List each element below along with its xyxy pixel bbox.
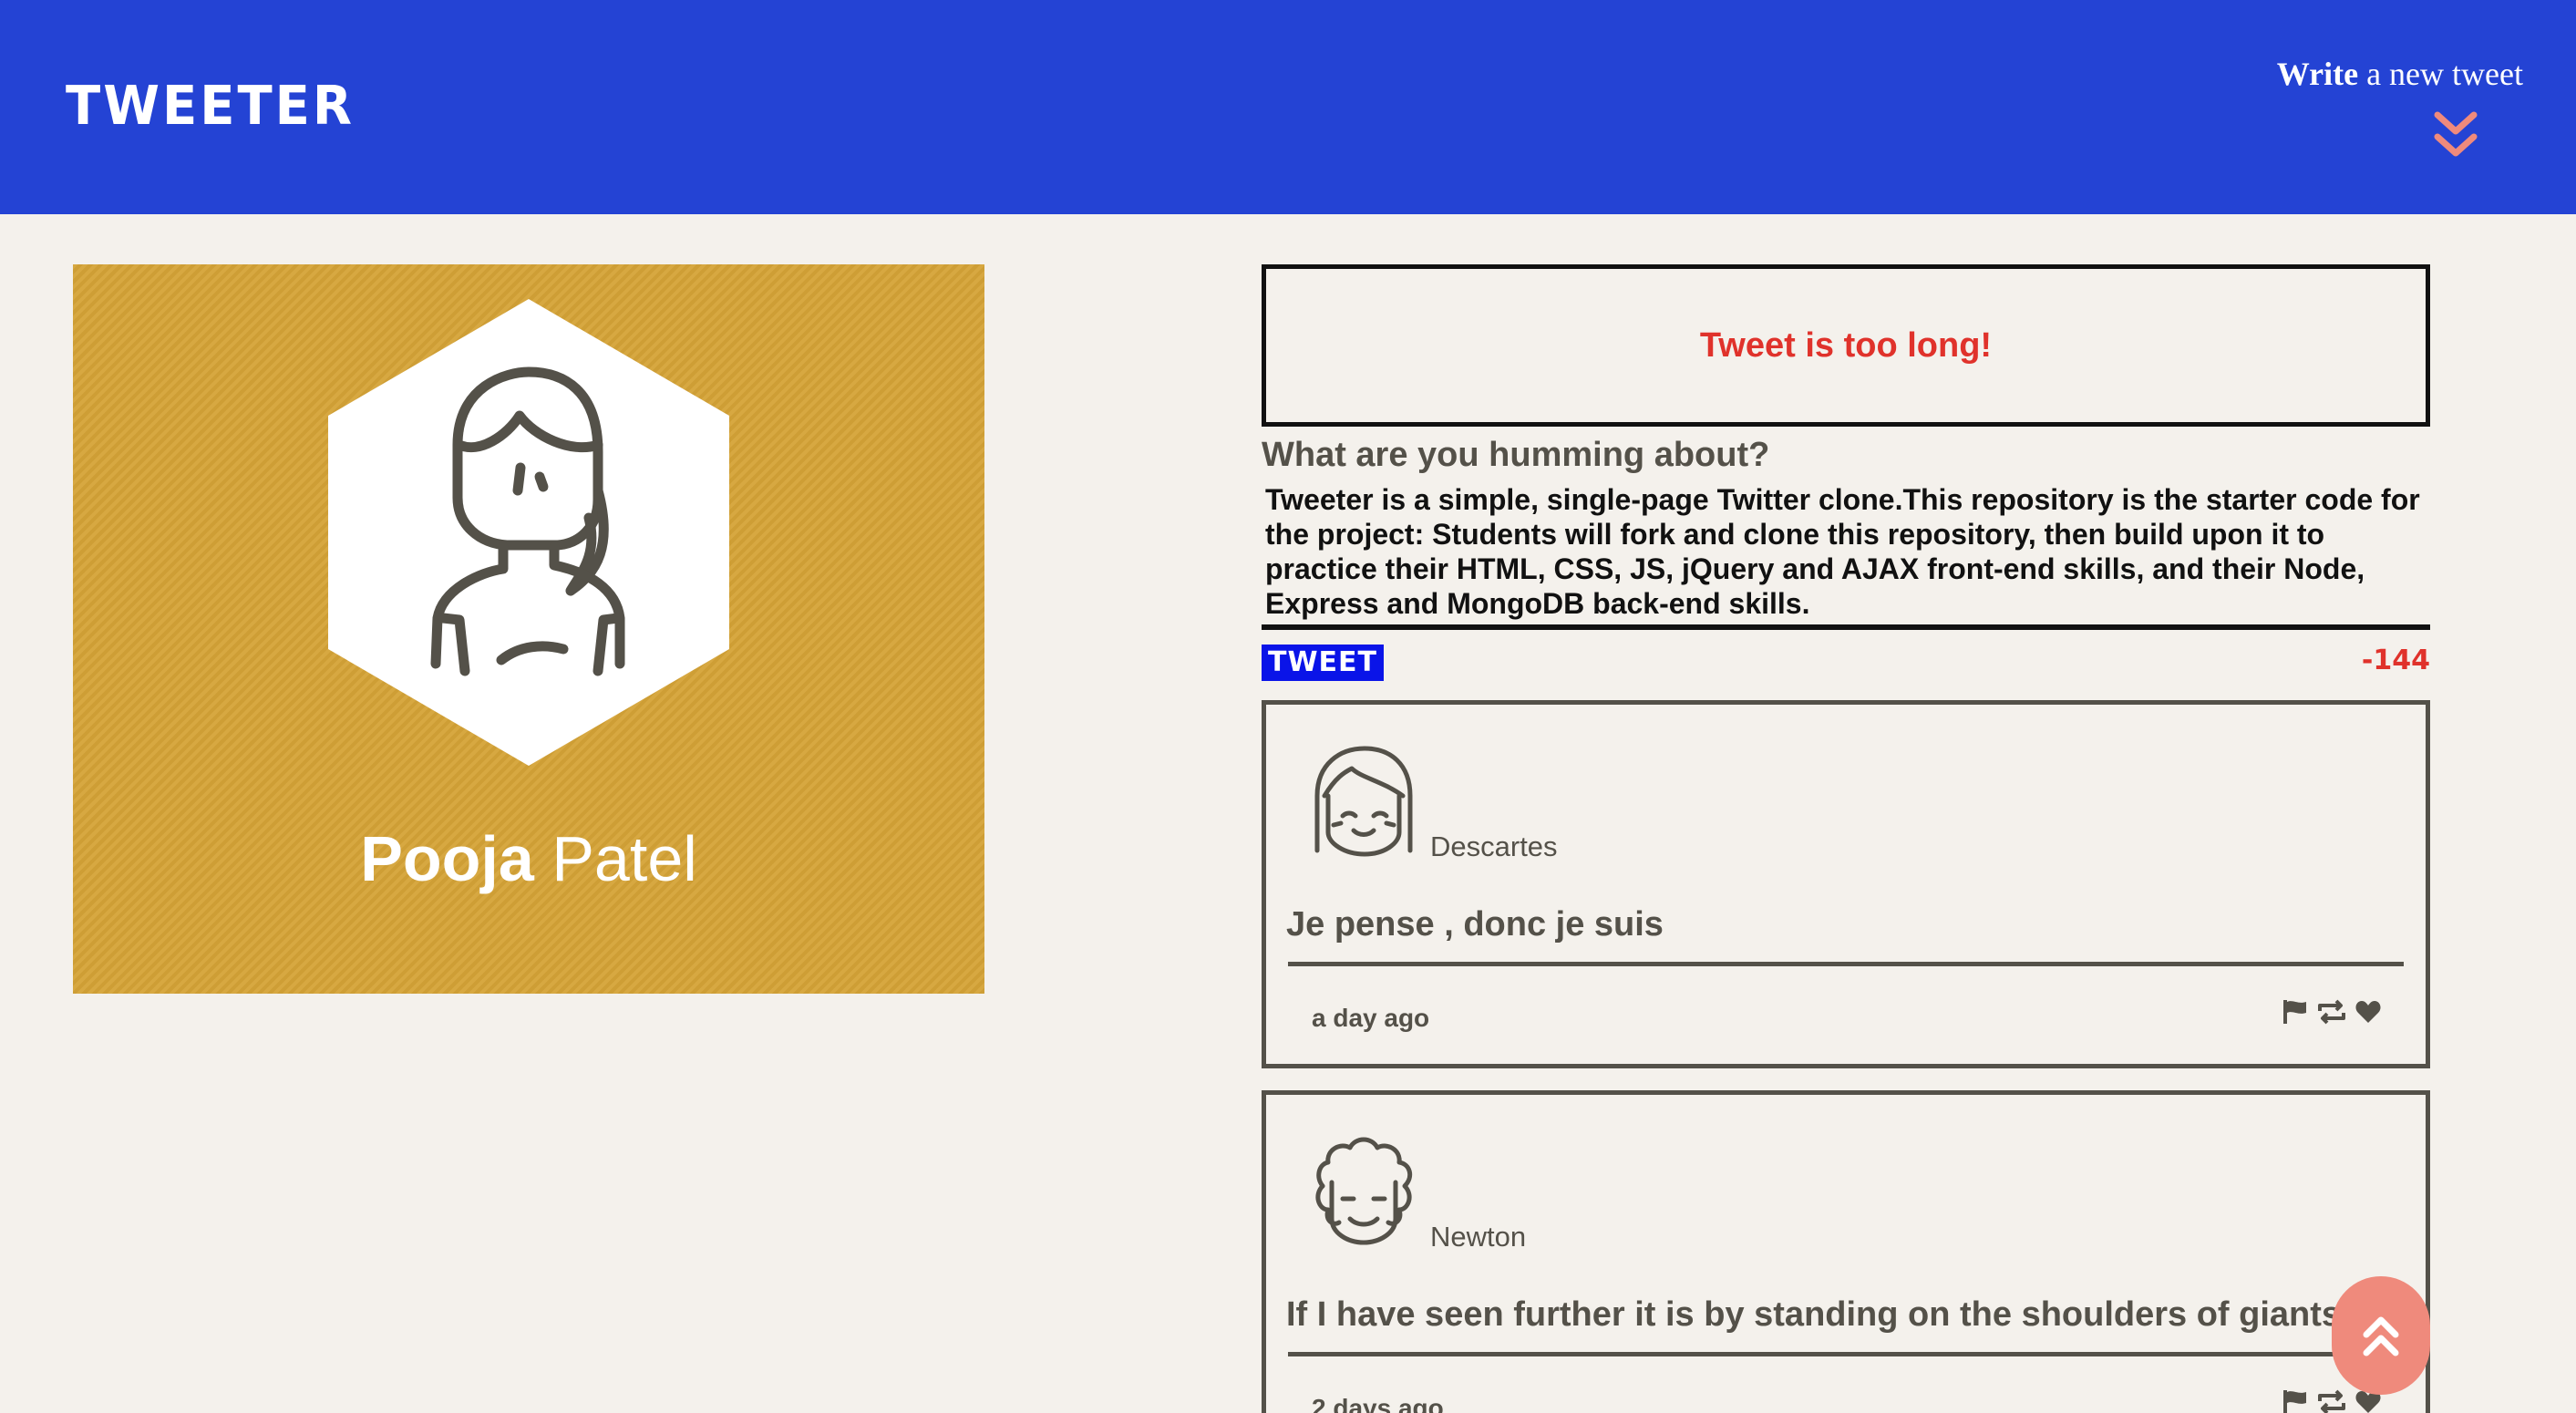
write-rest-label: a new tweet: [2358, 56, 2523, 92]
tweet-actions: [2282, 998, 2382, 1026]
write-label: Write: [2276, 56, 2359, 92]
tweet-card: Descartes Je pense , donc je suis a day …: [1262, 700, 2430, 1068]
retweet-icon[interactable]: [2316, 1388, 2347, 1413]
character-counter: -144: [2361, 645, 2430, 676]
newton-avatar-icon: [1315, 1137, 1413, 1245]
scroll-to-top-button[interactable]: [2332, 1276, 2430, 1395]
profile-name: Pooja Patel: [73, 822, 984, 895]
brand-logo[interactable]: TWEETER: [66, 75, 355, 137]
tweet-content: If I have seen further it is by standing…: [1286, 1295, 2342, 1334]
tweet-button[interactable]: TWEET: [1262, 645, 1384, 681]
retweet-icon[interactable]: [2316, 998, 2347, 1026]
heart-icon[interactable]: [2354, 998, 2382, 1026]
tweet-divider: [1288, 1352, 2404, 1356]
profile-first-name: Pooja: [360, 823, 534, 894]
tweet-content: Je pense , donc je suis: [1286, 905, 1664, 944]
write-new-tweet-link[interactable]: Write a new tweet: [2277, 55, 2523, 93]
error-message: Tweet is too long!: [1262, 264, 2430, 427]
profile-last-name: Patel: [533, 823, 697, 894]
user-avatar-hexagon: [328, 299, 729, 766]
tweet-handle: Newton: [1430, 1221, 1527, 1253]
compose-footer: TWEET -144: [1262, 645, 2430, 690]
tweet-textarea[interactable]: Tweeter is a simple, single-page Twitter…: [1262, 482, 2430, 630]
flag-icon[interactable]: [2282, 998, 2309, 1026]
tweet-timestamp: a day ago: [1312, 1004, 1430, 1032]
double-chevron-up-icon: [2363, 1316, 2399, 1356]
top-nav: TWEETER Write a new tweet: [0, 0, 2576, 214]
tweet-timestamp: 2 days ago: [1312, 1394, 1444, 1413]
compose-label: What are you humming about?: [1262, 436, 1770, 474]
profile-card: Pooja Patel: [73, 264, 984, 994]
tweet-card: Newton If I have seen further it is by s…: [1262, 1090, 2430, 1413]
tweet-divider: [1288, 962, 2404, 966]
main-column: Tweet is too long! What are you humming …: [1262, 264, 2430, 1413]
double-chevron-down-icon[interactable]: [2430, 108, 2481, 162]
tweet-handle: Descartes: [1430, 830, 1558, 862]
descartes-avatar-icon: [1314, 746, 1413, 857]
flag-icon[interactable]: [2282, 1388, 2309, 1413]
